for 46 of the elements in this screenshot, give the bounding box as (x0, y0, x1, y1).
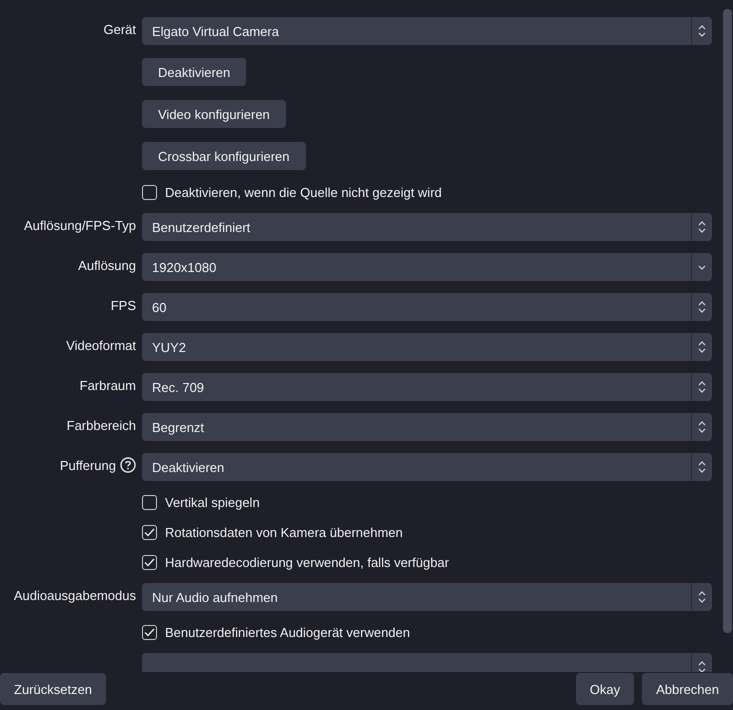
updown-chevron-icon (698, 301, 706, 313)
help-icon[interactable] (120, 457, 136, 473)
field-label: Farbraum (80, 378, 136, 392)
checkbox[interactable] (142, 624, 157, 640)
cancel-button[interactable]: Abbrechen (642, 673, 733, 705)
action-button[interactable]: Video konfigurieren (142, 100, 286, 128)
dropdown[interactable]: Rec. 709 (142, 373, 712, 401)
checkbox[interactable] (142, 494, 157, 510)
field-label: Pufferung (60, 458, 116, 472)
dropdown[interactable]: Begrenzt (142, 413, 712, 441)
dropdown[interactable]: YUY2 (142, 333, 712, 361)
checkbox-label[interactable]: Vertikal spiegeln (165, 494, 260, 510)
updown-chevron-icon (698, 461, 706, 473)
field-label: Farbbereich (66, 418, 136, 432)
field-label: Gerät (103, 22, 136, 36)
field-label: Auflösung/FPS-Typ (24, 218, 136, 232)
dropdown[interactable]: Nur Audio aufnehmen (142, 583, 712, 611)
checkbox[interactable] (142, 184, 157, 200)
action-button[interactable]: Crossbar konfigurieren (142, 142, 306, 170)
ok-button[interactable]: Okay (576, 673, 634, 705)
dropdown[interactable]: Elgato Virtual Camera (142, 17, 712, 45)
updown-chevron-icon (698, 221, 706, 233)
checkbox-label[interactable]: Benutzerdefiniertes Audiogerät verwenden (165, 624, 410, 640)
dropdown[interactable]: 1920x1080 (142, 253, 712, 281)
field-label: FPS (110, 298, 136, 312)
updown-chevron-icon (698, 591, 706, 603)
checkbox[interactable] (142, 524, 157, 540)
checkbox-label[interactable]: Hardwaredecodierung verwenden, falls verfügbar (165, 554, 449, 570)
dropdown[interactable]: 60 (142, 293, 712, 321)
scrollbar-thumb[interactable] (723, 9, 732, 633)
reset-button[interactable]: Zurücksetzen (0, 673, 106, 705)
field-label: Videoformat (66, 338, 136, 352)
dropdown[interactable]: Deaktivieren (142, 453, 712, 481)
updown-chevron-icon (698, 661, 706, 672)
updown-chevron-icon (698, 381, 706, 393)
checkbox[interactable] (142, 554, 157, 570)
checkbox-label[interactable]: Rotationsdaten von Kamera übernehmen (165, 524, 403, 540)
updown-chevron-icon (698, 341, 706, 353)
dropdown[interactable]: Benutzerdefiniert (142, 213, 712, 241)
action-button[interactable]: Deaktivieren (142, 58, 246, 86)
field-label: Audioausgabemodus (14, 588, 136, 602)
updown-chevron-icon (698, 421, 706, 433)
checkbox-label[interactable]: Deaktivieren, wenn die Quelle nicht gezeigt wird (165, 184, 442, 200)
chevron-down-icon (698, 264, 706, 270)
field-label: Auflösung (78, 258, 136, 272)
updown-chevron-icon (698, 25, 706, 37)
